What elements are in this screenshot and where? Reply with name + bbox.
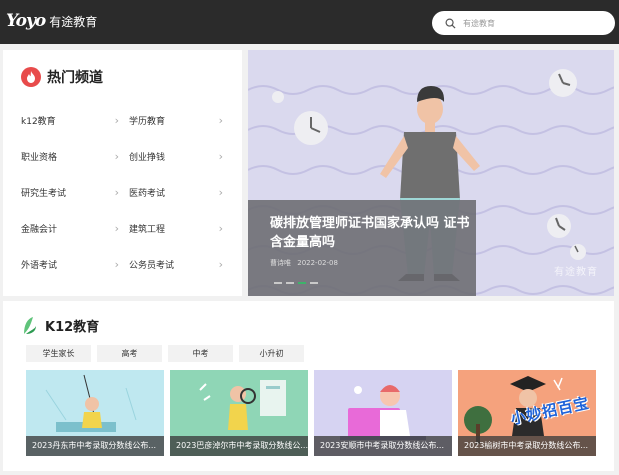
- featured-banner[interactable]: 碳排放管理师证书国家承认吗 证书含金量高吗 曹诗唯 2022-02-08 有途教…: [248, 50, 614, 296]
- channel-label: 医药考试: [129, 188, 166, 199]
- hot-channels-title: 热门频道: [47, 70, 103, 86]
- chevron-right-icon: ›: [114, 257, 119, 271]
- carousel-dot[interactable]: [310, 282, 318, 284]
- site-logo[interactable]: Yoyo 有途教育: [6, 11, 97, 31]
- banner-meta: 曹诗唯 2022-02-08: [270, 258, 476, 268]
- card-title[interactable]: 2023巴彦淖尔市中考录取分数线公...: [170, 436, 308, 456]
- channel-label: 金融会计: [21, 224, 58, 235]
- search-icon: [445, 18, 456, 29]
- carousel-dots: [274, 282, 318, 284]
- carousel-dot[interactable]: [274, 282, 282, 284]
- chevron-right-icon: ›: [114, 221, 119, 235]
- channel-label: 职业资格: [21, 152, 58, 163]
- channel-item-construction[interactable]: 建筑工程 ›: [129, 210, 229, 246]
- card-title[interactable]: 2023榆树市中考录取分数线公布...: [458, 436, 596, 456]
- channel-item-startup[interactable]: 创业挣钱 ›: [129, 138, 229, 174]
- channel-item-language[interactable]: 外语考试 ›: [21, 246, 125, 282]
- carousel-dot[interactable]: [286, 282, 294, 284]
- flame-icon: [21, 67, 41, 87]
- channel-label: 学历教育: [129, 116, 166, 127]
- tab-gaokao[interactable]: 高考: [97, 345, 162, 362]
- channel-item-k12[interactable]: k12教育 ›: [21, 102, 125, 138]
- channel-label: 创业挣钱: [129, 152, 166, 163]
- leaf-icon: [24, 316, 36, 334]
- channel-label: 研究生考试: [21, 188, 67, 199]
- channel-item-graduate[interactable]: 研究生考试 ›: [21, 174, 125, 210]
- channel-label: 公务员考试: [129, 260, 175, 271]
- channel-label: 外语考试: [21, 260, 58, 271]
- article-cards: 2023丹东市中考录取分数线公布... 2023巴彦淖尔市中考录取分数线公...: [26, 370, 596, 456]
- k12-section: K12教育 学生家长 高考 中考 小升初 2023丹东市中考录取分数线公布...: [3, 301, 614, 471]
- article-card[interactable]: 2023丹东市中考录取分数线公布...: [26, 370, 164, 456]
- search-input[interactable]: [463, 18, 603, 28]
- article-card[interactable]: 2023巴彦淖尔市中考录取分数线公...: [170, 370, 308, 456]
- banner-author: 曹诗唯: [270, 259, 291, 267]
- chevron-right-icon: ›: [218, 113, 223, 127]
- tab-xiaoshengchu[interactable]: 小升初: [239, 345, 304, 362]
- chevron-right-icon: ›: [218, 185, 223, 199]
- channel-label: 建筑工程: [129, 224, 166, 235]
- chevron-right-icon: ›: [218, 257, 223, 271]
- channel-item-civil-service[interactable]: 公务员考试 ›: [129, 246, 229, 282]
- k12-header: K12教育: [23, 316, 99, 335]
- chevron-right-icon: ›: [114, 113, 119, 127]
- channel-item-degree[interactable]: 学历教育 ›: [129, 102, 229, 138]
- banner-watermark: 有途教育: [554, 267, 598, 278]
- article-card[interactable]: 2023安顺市中考录取分数线公布...: [314, 370, 452, 456]
- top-header: Yoyo 有途教育: [0, 0, 619, 44]
- banner-title[interactable]: 碳排放管理师证书国家承认吗 证书含金量高吗: [270, 214, 470, 252]
- tab-parents[interactable]: 学生家长: [26, 345, 91, 362]
- channel-item-qualification[interactable]: 职业资格 ›: [21, 138, 125, 174]
- chevron-right-icon: ›: [114, 185, 119, 199]
- card-title[interactable]: 2023安顺市中考录取分数线公布...: [314, 436, 452, 456]
- channel-item-finance[interactable]: 金融会计 ›: [21, 210, 125, 246]
- hot-channels-panel: 热门频道 k12教育 › 学历教育 › 职业资格 › 创业挣钱 › 研究生考试 › 医药考…: [3, 50, 242, 296]
- banner-caption[interactable]: 碳排放管理师证书国家承认吗 证书含金量高吗 曹诗唯 2022-02-08: [248, 200, 476, 296]
- search-box[interactable]: [432, 11, 615, 35]
- logo-text: 有途教育: [49, 14, 98, 29]
- hot-channels-header: 热门频道: [21, 67, 103, 87]
- logo-mark: Yoyo: [6, 11, 46, 31]
- banner-date: 2022-02-08: [297, 259, 338, 267]
- article-card[interactable]: 小妙招百宝 2023榆树市中考录取分数线公布...: [458, 370, 596, 456]
- k12-tabs: 学生家长 高考 中考 小升初: [26, 345, 304, 362]
- chevron-right-icon: ›: [114, 149, 119, 163]
- tab-zhongkao[interactable]: 中考: [168, 345, 233, 362]
- chevron-right-icon: ›: [218, 221, 223, 235]
- k12-title: K12教育: [45, 320, 100, 335]
- card-title[interactable]: 2023丹东市中考录取分数线公布...: [26, 436, 164, 456]
- chevron-right-icon: ›: [218, 149, 223, 163]
- channel-item-medical[interactable]: 医药考试 ›: [129, 174, 229, 210]
- channel-label: k12教育: [21, 116, 56, 127]
- carousel-dot-active[interactable]: [298, 282, 306, 284]
